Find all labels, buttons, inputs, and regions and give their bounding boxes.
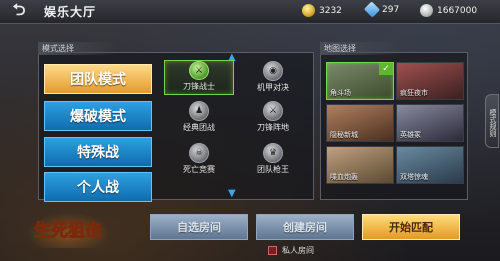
gold-coin-icon (302, 4, 315, 17)
gold-currency: 3232 (302, 4, 342, 17)
private-room-label: 私人房间 (282, 246, 314, 255)
silver-coin-icon (420, 4, 433, 17)
mode-panel-label: 模式选择 (38, 42, 118, 55)
mode-team[interactable]: 团队模式 (44, 64, 152, 94)
submode-blade-warrior[interactable]: ⚔ 刀锋战士 (164, 60, 234, 95)
scroll-down-icon[interactable]: ▼ (228, 188, 236, 199)
mode-solo[interactable]: 个人战 (44, 172, 152, 202)
game-logo: 生死狙击 (26, 212, 110, 248)
blade-base-icon: ⚔ (263, 101, 283, 121)
svg-text:生死狙击: 生死狙击 (34, 220, 102, 241)
silver-currency: 1667000 (420, 4, 477, 17)
crown-icon: ♛ (263, 143, 283, 163)
mode-rules-tab[interactable]: 模式规则 (485, 94, 499, 148)
mode-special[interactable]: 特殊战 (44, 137, 152, 167)
submode-mech-duel[interactable]: ◉ 机甲对决 (238, 60, 308, 95)
map-hero-tomb[interactable]: 英雄冢 (396, 104, 464, 142)
page-title: 娱乐大厅 (44, 5, 97, 19)
custom-room-button[interactable]: 自选房间 (150, 214, 248, 240)
check-icon: ✓ (379, 63, 393, 75)
map-hidden-city[interactable]: 隐秘新城 (326, 104, 394, 142)
top-bar: ⮌ 娱乐大厅 3232 297 1667000 (0, 0, 500, 24)
diamond-icon (363, 1, 381, 18)
map-bloody-bombard[interactable]: 喋血炮轰 (326, 146, 394, 184)
back-arrow-icon[interactable]: ⮌ (6, 0, 32, 21)
diamond-value: 297 (382, 4, 400, 15)
map-night-market[interactable]: 疯狂夜市 (396, 62, 464, 100)
map-arena[interactable]: ✓ 角斗场 (326, 62, 394, 100)
private-room-toggle[interactable]: 私人房间 (268, 245, 314, 256)
create-room-button[interactable]: 创建房间 (256, 214, 354, 240)
map-twin-towers[interactable]: 双塔惊魂 (396, 146, 464, 184)
gold-value: 3232 (319, 5, 342, 16)
mech-helmet-icon: ◉ (263, 61, 283, 81)
submode-team-gun-king[interactable]: ♛ 团队枪王 (238, 142, 308, 177)
diamond-currency: 297 (363, 1, 400, 18)
submode-classic-team[interactable]: ♟ 经典团战 (164, 100, 234, 135)
skull-icon: ☠ (189, 143, 209, 163)
submode-blade-base[interactable]: ⚔ 刀锋阵地 (238, 100, 308, 135)
start-match-button[interactable]: 开始匹配 (362, 214, 460, 240)
map-panel-label: 地图选择 (320, 42, 400, 55)
mode-demolition[interactable]: 爆破模式 (44, 101, 152, 131)
team-icon: ♟ (189, 101, 209, 121)
submode-deathmatch[interactable]: ☠ 死亡竞赛 (164, 142, 234, 177)
private-room-checkbox[interactable] (268, 246, 277, 255)
crossed-swords-icon: ⚔ (189, 61, 209, 80)
silver-value: 1667000 (437, 5, 478, 16)
